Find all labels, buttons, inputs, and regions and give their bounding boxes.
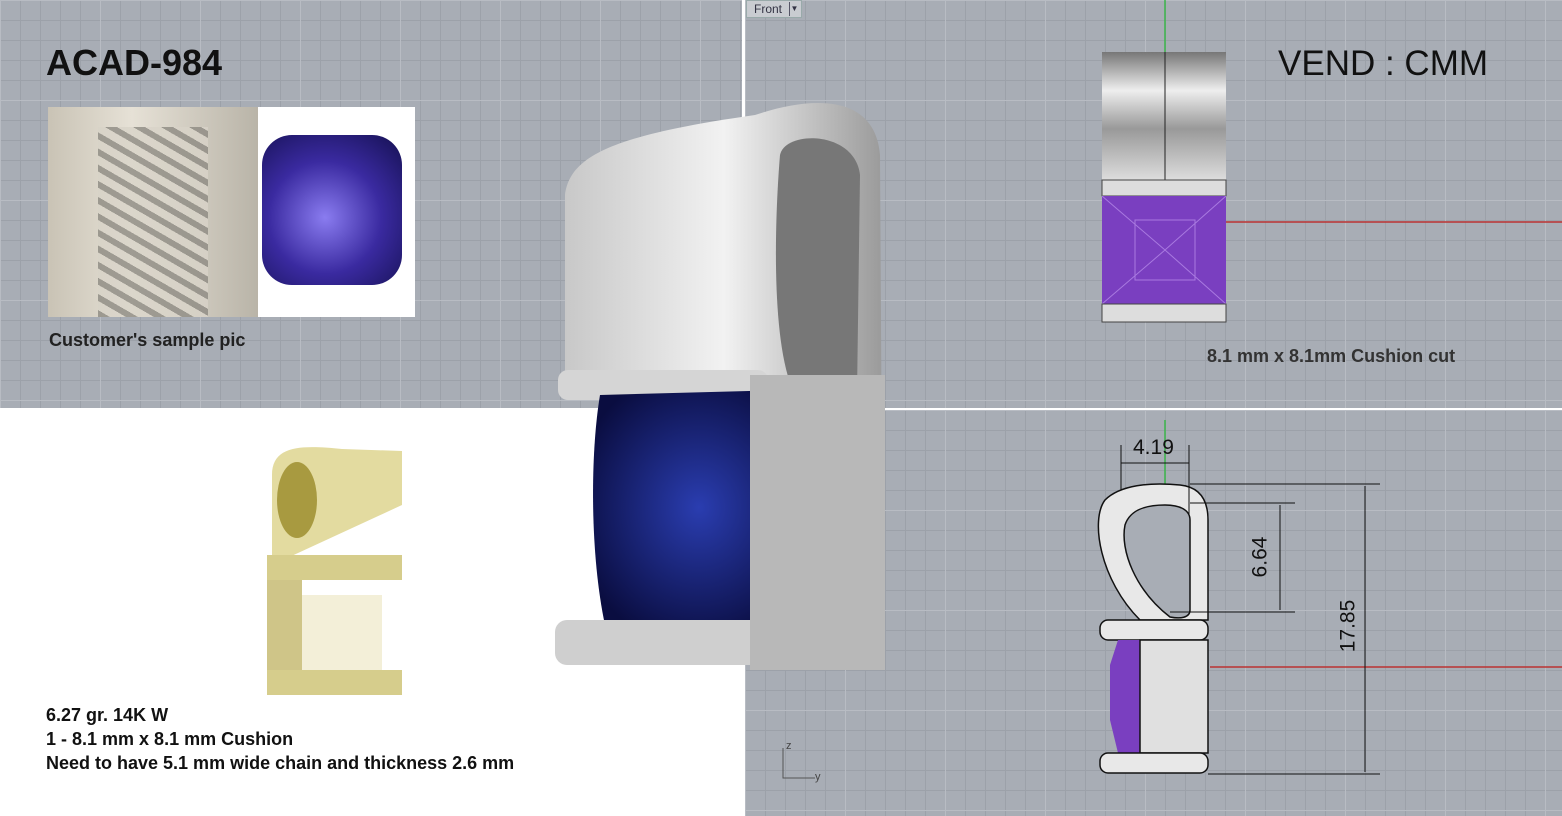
spec-chain: Need to have 5.1 mm wide chain and thick… (46, 753, 515, 773)
dimension-width: 4.19 (1133, 436, 1174, 459)
sample-photo-stone (258, 107, 415, 317)
sample-photo-pendant (48, 107, 258, 317)
viewport-label-front[interactable]: Front ▼ (746, 0, 802, 18)
spec-stone: 1 - 8.1 mm x 8.1 mm Cushion (46, 729, 294, 749)
dropdown-icon[interactable]: ▼ (789, 2, 799, 16)
side-view-drawing (1097, 420, 1562, 775)
dimension-height: 17.85 (1336, 599, 1360, 653)
dimension-bail: 6.64 (1248, 536, 1272, 578)
axis-y-label: y (815, 771, 821, 783)
axis-z-label: z (786, 740, 792, 752)
front-view-drawing (1101, 0, 1562, 323)
main-render (555, 103, 885, 670)
spec-weight: 6.27 gr. 14K W (46, 705, 169, 725)
stone-caption: 8.1 mm x 8.1mm Cushion cut (1207, 346, 1456, 366)
viewport-label-text: Front (754, 2, 783, 16)
page-title: ACAD-984 (46, 42, 223, 83)
sample-caption: Customer's sample pic (49, 330, 246, 350)
gold-render (267, 447, 402, 695)
specs: 6.27 gr. 14K W 1 - 8.1 mm x 8.1 mm Cushi… (46, 703, 514, 775)
